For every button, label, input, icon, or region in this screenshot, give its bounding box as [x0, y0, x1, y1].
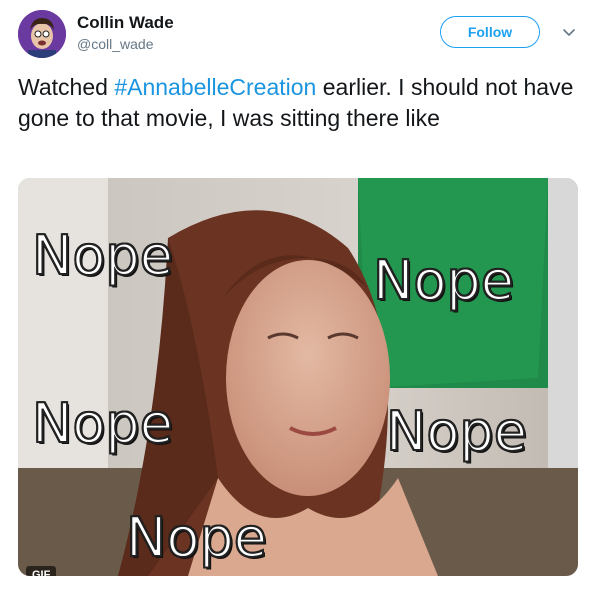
- user-handle[interactable]: @coll_wade: [77, 34, 174, 54]
- display-name[interactable]: Collin Wade: [77, 12, 174, 34]
- tweet-text: Watched #AnnabelleCreation earlier. I sh…: [18, 72, 584, 134]
- tweet-card: Collin Wade @coll_wade Follow Watched #A…: [0, 0, 600, 610]
- nope-caption-5: Nope: [125, 506, 268, 569]
- nope-caption-2: Nope: [372, 249, 515, 312]
- tweet-header: Collin Wade @coll_wade Follow: [18, 10, 582, 58]
- hashtag-link[interactable]: #AnnabelleCreation: [114, 74, 316, 100]
- chevron-down-icon[interactable]: [561, 24, 577, 40]
- follow-button[interactable]: Follow: [440, 16, 540, 48]
- nope-caption-1: Nope: [31, 224, 174, 287]
- tweet-text-before: Watched: [18, 74, 115, 100]
- avatar[interactable]: [18, 10, 66, 58]
- nope-caption-4: Nope: [385, 400, 528, 463]
- gif-media[interactable]: Nope Nope Nope Nope Nope GIF: [18, 178, 578, 576]
- nope-caption-3: Nope: [31, 392, 174, 455]
- user-info[interactable]: Collin Wade @coll_wade: [77, 12, 174, 54]
- gif-badge: GIF: [26, 566, 57, 576]
